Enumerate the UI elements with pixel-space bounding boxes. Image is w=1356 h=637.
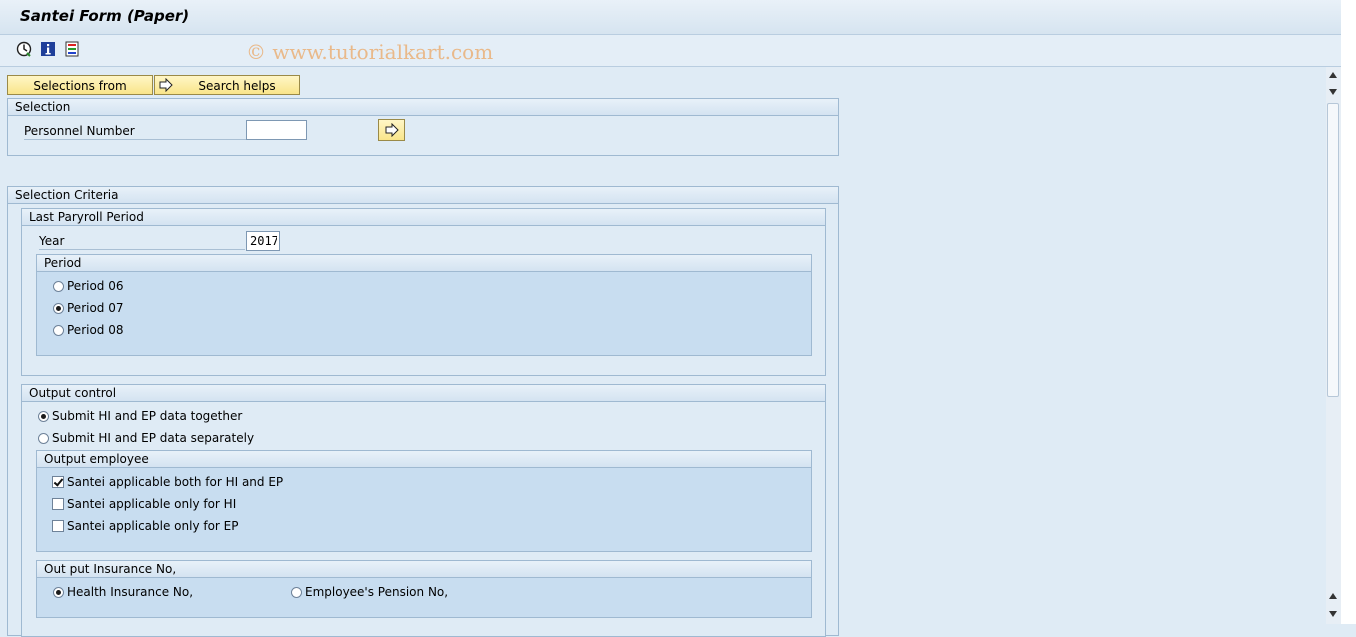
only-hi-checkbox[interactable] (52, 498, 64, 510)
variants-icon[interactable] (64, 41, 80, 57)
label-underline (24, 139, 246, 140)
selection-screen: Selections from Search helps Selection P… (0, 67, 1325, 637)
watermark: © www.tutorialkart.com (246, 40, 494, 64)
selection-criteria-frame: Selection Criteria Last Paryroll Period … (7, 186, 839, 637)
only-hi-label: Santei applicable only for HI (67, 497, 237, 511)
submit-separately-label: Submit HI and EP data separately (52, 431, 255, 445)
window-edge (1341, 0, 1356, 624)
health-insurance-radio[interactable] (53, 587, 64, 598)
output-control-title: Output control (22, 385, 825, 402)
multiple-selection-button[interactable] (378, 119, 405, 141)
year-input[interactable] (246, 231, 280, 251)
arrow-right-icon (159, 78, 173, 92)
health-insurance-label: Health Insurance No, (67, 585, 194, 599)
output-control-frame: Output control Submit HI and EP data tog… (21, 384, 826, 637)
application-toolbar: © www.tutorialkart.com (0, 35, 1341, 67)
scroll-down-icon[interactable] (1329, 89, 1337, 95)
selection-frame-title: Selection (8, 99, 838, 116)
search-helps-button[interactable]: Search helps (154, 75, 300, 95)
submit-together-radio[interactable] (38, 411, 49, 422)
pension-no-label: Employee's Pension No, (305, 585, 449, 599)
arrow-right-icon (385, 123, 399, 137)
period-07-label: Period 07 (67, 301, 124, 315)
scroll-thumb[interactable] (1327, 103, 1339, 397)
info-icon[interactable] (40, 41, 56, 57)
year-label: Year (39, 234, 65, 248)
scroll-down-icon[interactable] (1329, 611, 1337, 617)
label-underline (39, 249, 245, 250)
payroll-period-title: Last Paryroll Period (22, 209, 825, 226)
selections-from-label: Selections from (33, 79, 127, 93)
personnel-number-input[interactable] (246, 120, 307, 140)
payroll-period-frame: Last Paryroll Period Year Period Period … (21, 208, 826, 376)
period-06-label: Period 06 (67, 279, 124, 293)
scroll-up-icon[interactable] (1329, 72, 1337, 78)
search-helps-label: Search helps (198, 79, 276, 93)
output-employee-title: Output employee (37, 451, 811, 468)
selections-from-button[interactable]: Selections from (7, 75, 153, 95)
title-bar: Santei Form (Paper) (0, 0, 1341, 35)
both-hi-ep-label: Santei applicable both for HI and EP (67, 475, 284, 489)
insurance-no-frame: Out put Insurance No, Health Insurance N… (36, 560, 812, 618)
period-title: Period (37, 255, 811, 272)
vertical-scrollbar[interactable] (1326, 67, 1341, 624)
period-07-radio[interactable] (53, 303, 64, 314)
both-hi-ep-checkbox[interactable] (52, 476, 64, 488)
execute-icon[interactable] (16, 41, 32, 57)
page-title: Santei Form (Paper) (20, 7, 190, 25)
pension-no-radio[interactable] (291, 587, 302, 598)
selection-frame: Selection Personnel Number (7, 98, 839, 156)
period-08-radio[interactable] (53, 325, 64, 336)
period-08-label: Period 08 (67, 323, 124, 337)
selection-criteria-title: Selection Criteria (8, 187, 838, 204)
personnel-number-label: Personnel Number (24, 124, 135, 138)
output-employee-frame: Output employee Santei applicable both f… (36, 450, 812, 552)
submit-together-label: Submit HI and EP data together (52, 409, 243, 423)
only-ep-label: Santei applicable only for EP (67, 519, 239, 533)
period-06-radio[interactable] (53, 281, 64, 292)
scroll-up-icon[interactable] (1329, 593, 1337, 599)
only-ep-checkbox[interactable] (52, 520, 64, 532)
insurance-no-title: Out put Insurance No, (37, 561, 811, 578)
period-frame: Period Period 06 Period 07 Period 08 (36, 254, 812, 356)
submit-separately-radio[interactable] (38, 433, 49, 444)
